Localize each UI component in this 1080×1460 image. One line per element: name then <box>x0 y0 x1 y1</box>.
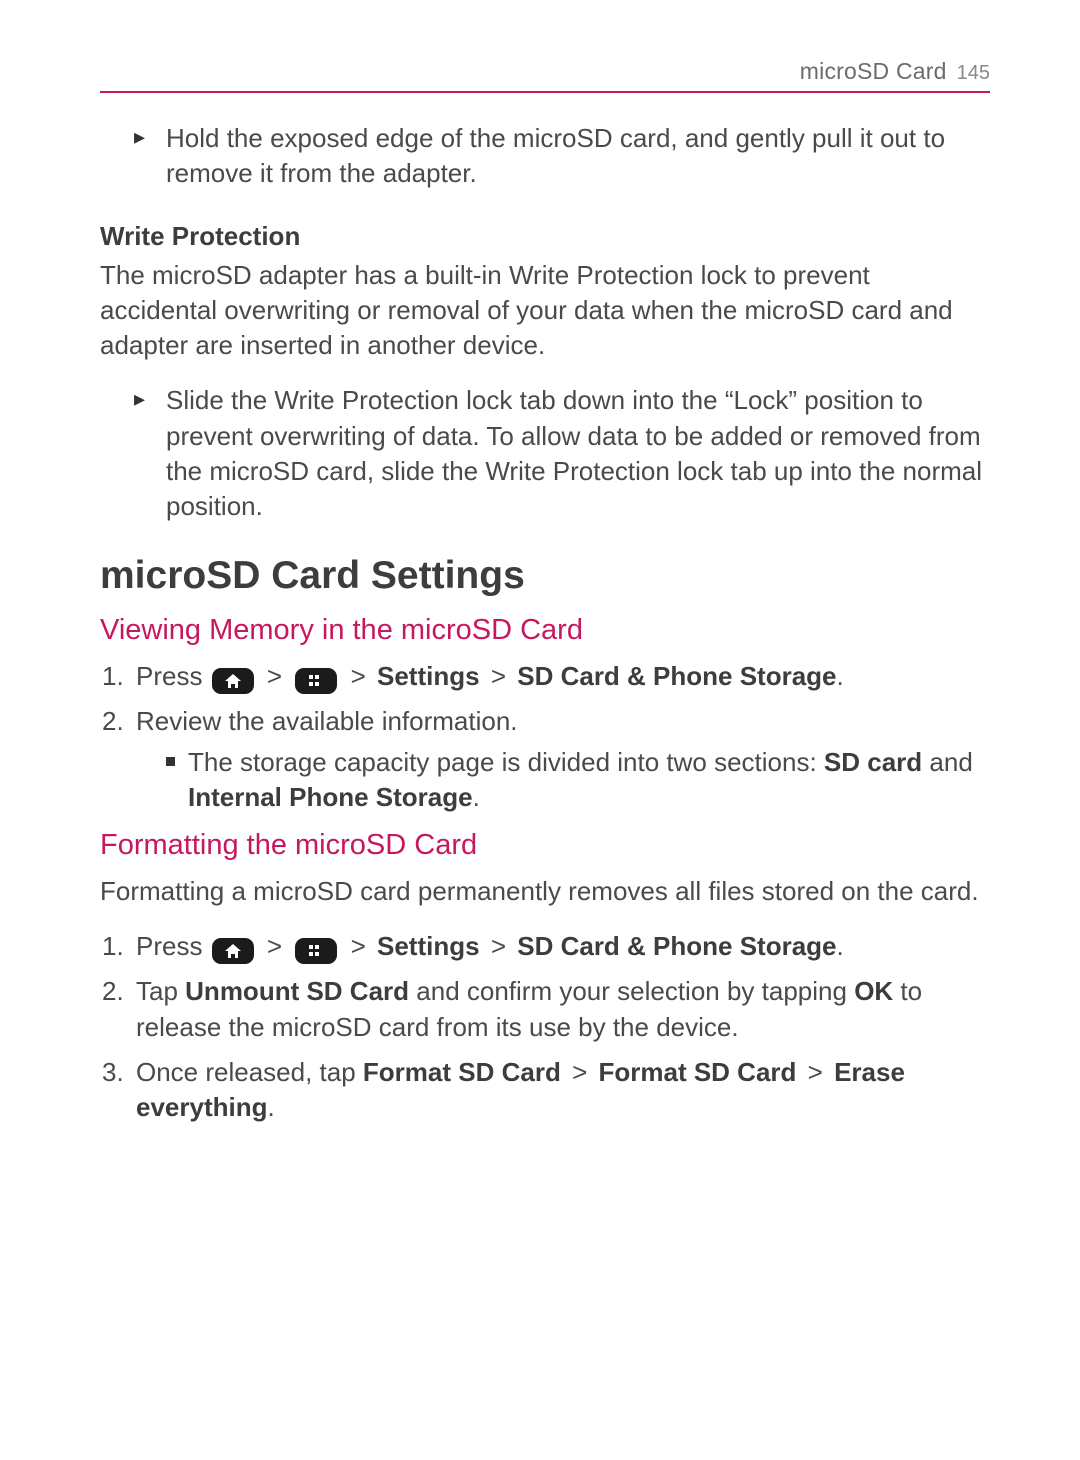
gt-2: > <box>351 659 366 694</box>
apps-key-icon <box>295 938 337 964</box>
page-number: 145 <box>957 62 990 85</box>
gt-4: > <box>267 929 282 964</box>
storage-label: SD Card & Phone Storage <box>517 661 836 691</box>
manual-page: microSD Card 145 Hold the exposed edge o… <box>0 0 1080 1195</box>
period-2: . <box>473 782 480 812</box>
s2-mid: and confirm your selection by tapping <box>409 976 854 1006</box>
apps-key-icon <box>295 668 337 694</box>
viewing-sub-item: The storage capacity page is divided int… <box>166 745 990 815</box>
gt-5: > <box>351 929 366 964</box>
page-header: microSD Card 145 <box>100 58 990 93</box>
format-1: Format SD Card <box>363 1057 561 1087</box>
format-2: Format SD Card <box>599 1057 797 1087</box>
period-3: . <box>837 931 844 961</box>
step-text: Review the available information. <box>136 706 518 736</box>
formatting-step-2: Tap Unmount SD Card and confirm your sel… <box>126 974 990 1044</box>
viewing-steps: Press > > Settings > SD Card & Phone Sto… <box>100 659 990 815</box>
settings-label-2: Settings <box>377 931 480 961</box>
write-protection-para: The microSD adapter has a built-in Write… <box>100 258 990 363</box>
period-4: . <box>268 1092 275 1122</box>
viewing-step-2: Review the available information. The st… <box>126 704 990 815</box>
s3-pre: Once released, tap <box>136 1057 363 1087</box>
step-text: Press <box>136 661 210 691</box>
viewing-sub-list: The storage capacity page is divided int… <box>136 745 990 815</box>
step-text: Press <box>136 931 210 961</box>
gt-3: > <box>491 659 506 694</box>
unmount-label: Unmount SD Card <box>185 976 409 1006</box>
write-protection-bullet-list: Slide the Write Protection lock tab down… <box>100 383 990 523</box>
formatting-step-3: Once released, tap Format SD Card > Form… <box>126 1055 990 1125</box>
gt-6: > <box>491 929 506 964</box>
gt-7: > <box>572 1055 587 1090</box>
formatting-steps: Press > > Settings > SD Card & Phone Sto… <box>100 929 990 1124</box>
formatting-para: Formatting a microSD card permanently re… <box>100 874 990 909</box>
write-protection-bullet: Slide the Write Protection lock tab down… <box>140 383 990 523</box>
intro-bullet-list: Hold the exposed edge of the microSD car… <box>100 121 990 191</box>
viewing-step-1: Press > > Settings > SD Card & Phone Sto… <box>126 659 990 694</box>
home-key-icon <box>212 938 254 964</box>
gt-1: > <box>267 659 282 694</box>
write-protection-heading: Write Protection <box>100 221 990 252</box>
header-section: microSD Card <box>800 58 947 85</box>
s2-pre: Tap <box>136 976 185 1006</box>
viewing-heading: Viewing Memory in the microSD Card <box>100 614 990 647</box>
ok-label: OK <box>854 976 893 1006</box>
settings-label: Settings <box>377 661 480 691</box>
settings-heading: microSD Card Settings <box>100 554 990 598</box>
storage-label-2: SD Card & Phone Storage <box>517 931 836 961</box>
gt-8: > <box>808 1055 823 1090</box>
and-text: and <box>922 747 973 777</box>
sd-card-label: SD card <box>824 747 922 777</box>
internal-label: Internal Phone Storage <box>188 782 473 812</box>
formatting-step-1: Press > > Settings > SD Card & Phone Sto… <box>126 929 990 964</box>
formatting-heading: Formatting the microSD Card <box>100 829 990 862</box>
intro-bullet: Hold the exposed edge of the microSD car… <box>140 121 990 191</box>
sub-intro: The storage capacity page is divided int… <box>188 747 824 777</box>
period-1: . <box>837 661 844 691</box>
home-key-icon <box>212 668 254 694</box>
